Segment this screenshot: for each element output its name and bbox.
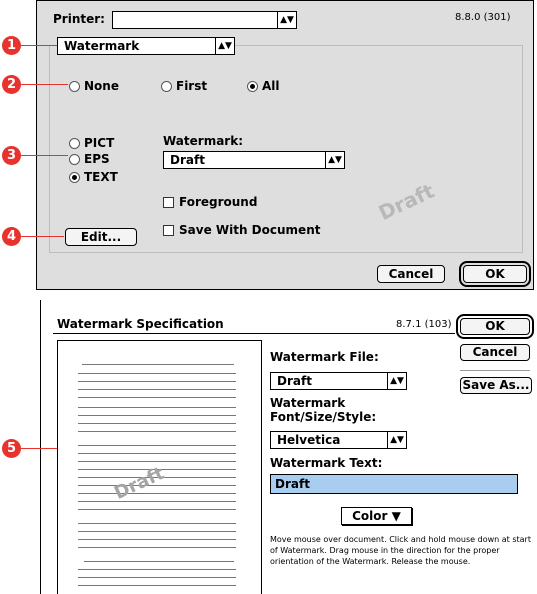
- section-popup[interactable]: Watermark ▲▼: [57, 37, 235, 55]
- text-line: [78, 445, 236, 446]
- text-line: [78, 547, 236, 548]
- callout-1-leader: [21, 45, 57, 46]
- radio-text[interactable]: [69, 172, 80, 183]
- color-button[interactable]: Color ▼: [341, 507, 412, 525]
- radio-text-label: TEXT: [84, 170, 118, 184]
- text-line: [82, 364, 234, 365]
- popup-arrows-icon: ▲▼: [277, 12, 296, 28]
- text-line: [78, 415, 236, 416]
- callout-3-leader: [21, 155, 68, 156]
- watermark-text-field[interactable]: Draft: [270, 474, 518, 494]
- section-popup-value: Watermark: [64, 39, 140, 53]
- watermark-text-label: Watermark Text:: [270, 456, 383, 470]
- text-line: [78, 531, 236, 532]
- dialog2-version: 8.7.1 (103): [396, 319, 452, 330]
- radio-pict[interactable]: [69, 138, 80, 149]
- font-label-line2: Font/Size/Style:: [270, 410, 377, 424]
- text-line: [78, 523, 236, 524]
- popup-arrows-icon: ▲▼: [215, 38, 234, 54]
- callout-2-leader: [21, 84, 68, 85]
- font-popup[interactable]: Helvetica ▲▼: [270, 431, 407, 449]
- text-line: [78, 381, 236, 382]
- radio-none[interactable]: [69, 81, 80, 92]
- radio-first-label: First: [176, 79, 208, 93]
- text-line: [78, 509, 236, 510]
- printer-popup[interactable]: ▲▼: [112, 11, 297, 29]
- print-dialog: Printer: ▲▼ 8.8.0 (301) Watermark ▲▼ Non…: [36, 0, 534, 290]
- popup-arrows-icon: ▲▼: [325, 152, 344, 168]
- popup-arrows-icon: ▲▼: [387, 373, 406, 389]
- callout-4: 4: [2, 227, 21, 246]
- watermark-file-popup[interactable]: Draft ▲▼: [270, 372, 407, 390]
- foreground-label: Foreground: [179, 195, 258, 209]
- radio-pict-label: PICT: [84, 136, 115, 150]
- watermark-popup-value: Draft: [170, 153, 205, 167]
- callout-5-leader: [21, 448, 57, 449]
- dialog2-ok-button[interactable]: OK: [456, 314, 534, 339]
- text-line: [78, 569, 236, 570]
- text-line: [84, 561, 234, 562]
- watermark-group-box: [49, 45, 523, 253]
- color-button-label: Color: [352, 509, 388, 523]
- cancel-button[interactable]: Cancel: [377, 265, 445, 283]
- save-with-document-label: Save With Document: [179, 223, 321, 237]
- text-line: [78, 431, 236, 432]
- text-line: [78, 577, 236, 578]
- callout-4-leader: [21, 236, 64, 237]
- dropdown-triangle-icon: ▼: [391, 509, 401, 523]
- text-line: [78, 407, 236, 408]
- edit-button[interactable]: Edit...: [65, 228, 137, 246]
- watermark-label: Watermark:: [163, 134, 243, 148]
- title-underline: [53, 333, 455, 334]
- printer-label: Printer:: [53, 12, 105, 26]
- watermark-specification-dialog: Watermark Specification 8.7.1 (103) OK C…: [40, 300, 537, 594]
- text-line: [78, 501, 236, 502]
- watermark-file-value: Draft: [277, 374, 312, 388]
- text-line: [78, 397, 236, 398]
- version-label: 8.8.0 (301): [455, 12, 511, 23]
- popup-arrows-icon: ▲▼: [387, 432, 406, 448]
- text-line: [78, 453, 236, 454]
- save-with-document-checkbox[interactable]: [163, 225, 174, 236]
- radio-none-label: None: [84, 79, 119, 93]
- text-line: [78, 373, 236, 374]
- watermark-file-label: Watermark File:: [270, 350, 379, 364]
- text-line: [78, 461, 236, 462]
- callout-2: 2: [2, 75, 21, 94]
- font-popup-value: Helvetica: [277, 433, 341, 447]
- button-separator: [460, 370, 530, 371]
- callout-5: 5: [2, 439, 21, 458]
- ok-button[interactable]: OK: [459, 261, 531, 287]
- instructions-text: Move mouse over document. Click and hold…: [270, 535, 531, 566]
- text-line: [78, 493, 236, 494]
- radio-eps-label: EPS: [84, 152, 110, 166]
- text-line: [78, 539, 236, 540]
- dialog2-title: Watermark Specification: [57, 317, 224, 331]
- font-label-line1: Watermark: [270, 396, 346, 410]
- text-line: [78, 389, 236, 390]
- callout-1: 1: [2, 36, 21, 55]
- save-as-button[interactable]: Save As...: [460, 377, 532, 394]
- text-line: [78, 585, 236, 586]
- radio-all[interactable]: [247, 81, 258, 92]
- dialog2-cancel-button[interactable]: Cancel: [460, 344, 530, 361]
- foreground-checkbox[interactable]: [163, 197, 174, 208]
- radio-all-label: All: [262, 79, 280, 93]
- watermark-popup[interactable]: Draft ▲▼: [163, 151, 345, 169]
- radio-first[interactable]: [161, 81, 172, 92]
- document-preview[interactable]: Draft: [57, 340, 262, 594]
- text-line: [78, 423, 236, 424]
- radio-eps[interactable]: [69, 154, 80, 165]
- callout-3: 3: [2, 146, 21, 165]
